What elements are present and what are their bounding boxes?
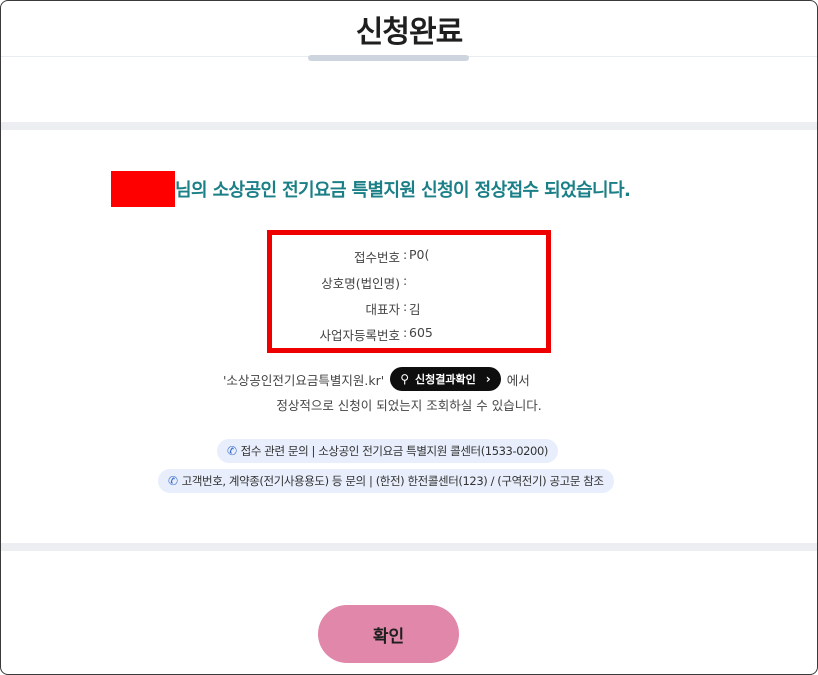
application-info-box: 접수번호 : P0( 상호명(법인명) : 대표자 : 김 사업자등록번호 : … (267, 230, 551, 353)
info-label: 사업자등록번호 (319, 328, 400, 343)
phone-icon: ✆ (227, 444, 237, 458)
contact-info-receipt: ✆ 접수 관련 문의 | 소상공인 전기요금 특별지원 콜센터(1533-020… (217, 439, 558, 463)
phone-icon: ✆ (168, 474, 178, 488)
key-icon: ⚲ (400, 372, 410, 386)
chevron-right-icon: › (485, 372, 491, 386)
info-label: 상호명(법인명) (321, 276, 400, 291)
info-row-receipt-number: 접수번호 : P0( (272, 247, 546, 265)
check-result-button[interactable]: ⚲ 신청결과확인 › (390, 367, 501, 391)
lookup-description-line1: '소상공인전기요금특별지원.kr' ⚲ 신청결과확인 › 에서 (223, 367, 530, 391)
info-row-representative: 대표자 : 김 (272, 299, 546, 317)
check-result-button-label: 신청결과확인 (415, 373, 476, 386)
info-row-business-registration-number: 사업자등록번호 : 605 (272, 325, 546, 343)
lookup-description-line2: 정상적으로 신청이 되었는지 조회하실 수 있습니다. (276, 398, 542, 413)
info-label: 접수번호 (353, 250, 400, 265)
completion-message: 님의 소상공인 전기요금 특별지원 신청이 정상접수 되었습니다. (111, 171, 631, 207)
site-name-text: '소상공인전기요금특별지원.kr' (223, 372, 385, 388)
page-title: 신청완료 (355, 15, 463, 50)
lookup-suffix-text: 에서 (506, 372, 530, 388)
info-value: : (403, 273, 408, 288)
redacted-name (111, 171, 175, 207)
section-divider-bottom (1, 543, 817, 551)
info-value: 김 (409, 302, 421, 317)
header: 신청완료 (1, 1, 817, 57)
completion-message-text: 님의 소상공인 전기요금 특별지원 신청이 정상접수 되었습니다. (175, 180, 631, 201)
section-divider-top (1, 122, 817, 130)
contact-info-customer: ✆ 고객번호, 계약종(전기사용용도) 등 문의 | (한전) 한전콜센터(12… (158, 469, 614, 493)
title-underline (308, 55, 469, 61)
dialog-window: 신청완료 님의 소상공인 전기요금 특별지원 신청이 정상접수 되었습니다. 접… (0, 0, 818, 675)
info-value: P0( (409, 247, 430, 262)
contact-text: 접수 관련 문의 | 소상공인 전기요금 특별지원 콜센터(1533-0200) (240, 444, 549, 458)
confirm-button[interactable]: 확인 (318, 605, 459, 663)
contact-text: 고객번호, 계약종(전기사용용도) 등 문의 | (한전) 한전콜센터(123)… (181, 474, 604, 488)
info-colon: : (403, 247, 408, 262)
info-row-business-name: 상호명(법인명) : (272, 273, 546, 291)
info-colon: : (403, 299, 408, 314)
info-value: 605 (409, 325, 433, 340)
info-label: 대표자 (365, 302, 400, 317)
info-colon: : (403, 325, 408, 340)
